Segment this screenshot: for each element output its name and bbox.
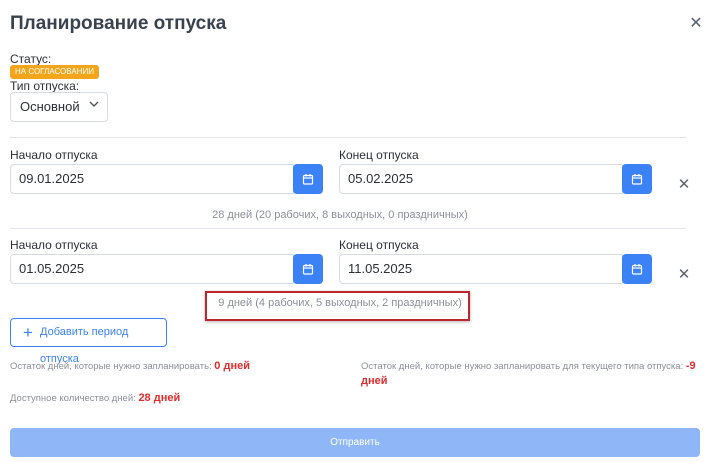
add-period-button[interactable]: + Добавить период отпуска [10,318,167,365]
available-days-label: Доступное количество дней: [10,393,136,404]
remove-period-2-icon[interactable]: ✕ [677,267,691,282]
annotation-highlight-box [205,291,470,321]
calendar-icon [631,264,643,275]
available-days-info: Доступное количество дней: 28 дней [10,391,340,406]
available-days-value: 28 дней [138,392,181,404]
period-2-start-calendar-button[interactable] [293,254,323,284]
period-2-start-input[interactable]: 01.05.2025 [10,254,294,284]
chevron-down-icon [89,93,99,121]
remaining-type-days-info: Остаток дней, которые нужно запланироват… [361,359,701,389]
period-2-end-label: Конец отпуска [339,238,419,252]
divider [10,137,686,138]
period-1-start-calendar-button[interactable] [293,164,323,194]
period-1-start-input[interactable]: 09.01.2025 [10,164,294,194]
remove-period-1-icon[interactable]: ✕ [677,177,691,192]
period-2-end-calendar-button[interactable] [622,254,652,284]
plus-icon: + [23,323,33,342]
period-1-end-label: Конец отпуска [339,148,419,162]
calendar-icon [302,264,314,275]
close-icon[interactable]: ✕ [688,16,704,32]
status-label: Статус: [10,52,52,66]
vacation-type-value: Основной [20,99,80,114]
vacation-type-select[interactable]: Основной [10,92,108,122]
period-1-end-input[interactable]: 05.02.2025 [339,164,623,194]
remaining-days-label: Остаток дней, которые нужно запланироват… [10,361,212,372]
divider [10,228,686,229]
remaining-days-value: 0 дней [214,360,250,372]
dialog-title: Планирование отпуска [10,13,227,34]
submit-button[interactable]: Отправить [10,428,700,457]
remaining-days-info: Остаток дней, которые нужно запланироват… [10,359,340,374]
calendar-icon [302,174,314,185]
calendar-icon [631,174,643,185]
period-1-start-label: Начало отпуска [10,148,98,162]
period-2-end-input[interactable]: 11.05.2025 [339,254,623,284]
status-badge: НА СОГЛАСОВАНИИ [10,65,99,79]
remaining-type-days-label: Остаток дней, которые нужно запланироват… [361,361,684,372]
period-1-end-calendar-button[interactable] [622,164,652,194]
vacation-type-label: Тип отпуска: [10,79,80,93]
period-1-summary: 28 дней (20 рабочих, 8 выходных, 0 празд… [212,209,468,221]
period-2-start-label: Начало отпуска [10,238,98,252]
